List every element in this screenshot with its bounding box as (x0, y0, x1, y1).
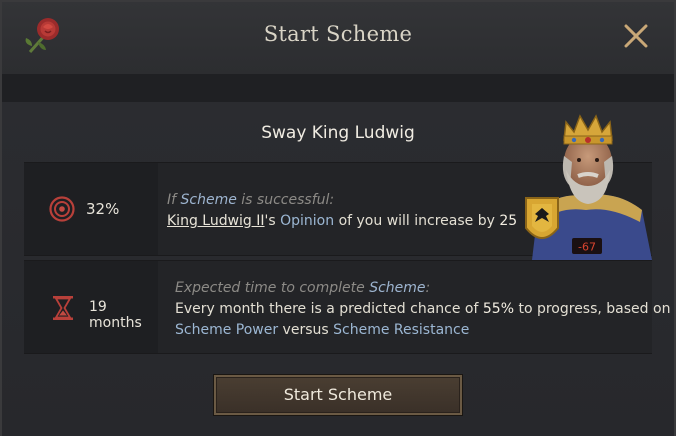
coat-of-arms-icon[interactable] (525, 197, 559, 239)
time-duration: 19 months (89, 299, 142, 331)
hourglass-icon (53, 296, 73, 320)
success-effect: King Ludwig II's Opinion of you will inc… (167, 213, 517, 229)
start-scheme-button[interactable]: Start Scheme (214, 375, 462, 415)
scheme-resistance-keyword[interactable]: Scheme Resistance (333, 322, 469, 338)
scheme-power-keyword[interactable]: Scheme Power (175, 322, 278, 338)
monthly-chance: 55% (482, 301, 514, 317)
versus-text: versus (278, 322, 334, 338)
success-if-prefix: If (167, 192, 181, 208)
possessive-text: 's (264, 213, 281, 229)
close-icon[interactable] (622, 22, 650, 50)
scheme-window: Start Scheme Sway King Ludwig 32% If Sch… (0, 0, 676, 436)
effect-text: of you will increase by (334, 213, 500, 229)
success-if-keyword[interactable]: Scheme (181, 192, 237, 208)
time-stat-cell: 19 months (24, 261, 158, 353)
time-line1-suffix: to progress, based on (514, 301, 671, 317)
time-line-2: Scheme Power versus Scheme Resistance (175, 322, 469, 338)
character-portrait[interactable]: -67 (520, 110, 656, 260)
target-character-link[interactable]: King Ludwig II (167, 213, 265, 229)
time-heading: Expected time to complete Scheme: (175, 280, 430, 296)
success-if-suffix: is successful: (236, 192, 335, 208)
time-heading-prefix: Expected time to complete (175, 280, 370, 296)
time-row: 19 months Expected time to complete Sche… (24, 260, 670, 354)
title-subbar (2, 74, 674, 103)
opinion-keyword[interactable]: Opinion (280, 213, 334, 229)
success-chance: 32% (86, 200, 120, 218)
opinion-amount: 25 (499, 213, 518, 229)
time-heading-keyword[interactable]: Scheme (369, 280, 425, 296)
time-line1-prefix: Every month there is a predicted chance … (175, 301, 483, 317)
window-title: Start Scheme (263, 22, 413, 46)
time-heading-suffix: : (425, 280, 431, 296)
success-condition: If Scheme is successful: (167, 192, 334, 208)
target-icon (49, 196, 75, 222)
time-line-1: Every month there is a predicted chance … (175, 301, 670, 317)
opinion-badge: -67 (578, 241, 596, 254)
title-bar: Start Scheme (2, 2, 674, 75)
success-stat-cell: 32% (24, 163, 158, 255)
